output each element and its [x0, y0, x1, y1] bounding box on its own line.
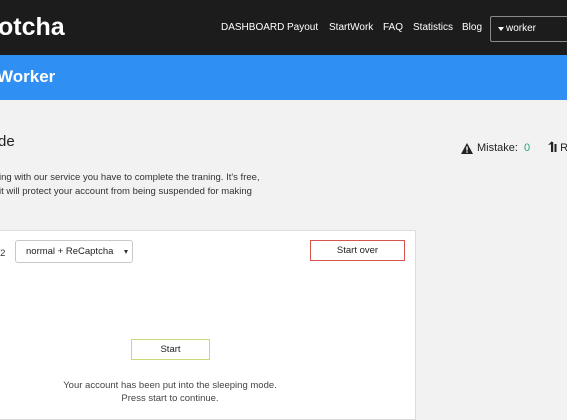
chevron-down-icon [124, 250, 128, 254]
nav-payout[interactable]: Payout [287, 21, 318, 35]
nav-blog[interactable]: Blog [462, 21, 482, 35]
nav-statistics[interactable]: Statistics [413, 21, 453, 35]
caret-down-icon [498, 27, 504, 31]
user-menu-dropdown[interactable]: worker [490, 16, 567, 42]
captcha-type-value: normal + ReCaptcha [26, 246, 114, 257]
page-header: Worker [0, 55, 567, 100]
user-name: worker [506, 23, 537, 34]
brand-logo[interactable]: otcha [0, 13, 65, 41]
start-button[interactable]: Start [131, 339, 210, 360]
intro-line-1: ing with our service you have to complet… [0, 172, 260, 183]
page-title: Worker [0, 67, 56, 86]
section-title: de [0, 133, 15, 150]
warning-triangle-icon [461, 142, 473, 154]
press-start-message: Press start to continue. [121, 393, 219, 404]
sleeping-mode-message: Your account has been put into the sleep… [63, 380, 277, 391]
reward-icon [548, 141, 560, 154]
nav-startwork[interactable]: StartWork [329, 21, 373, 35]
training-intro: ing with our service you have to complet… [0, 171, 260, 199]
nav-dashboard[interactable]: DASHBOARD [221, 21, 284, 35]
start-over-button[interactable]: Start over [310, 240, 405, 261]
captcha-type-select[interactable]: normal + ReCaptcha [15, 240, 133, 263]
level-label: -2 [0, 248, 6, 259]
nav-faq[interactable]: FAQ [383, 21, 403, 35]
reward-label: R [560, 142, 567, 154]
mistake-label: Mistake: [477, 142, 518, 154]
top-navbar: otcha DASHBOARD Payout StartWork FAQ Sta… [0, 0, 567, 55]
intro-line-2: it will protect your account from being … [0, 186, 252, 197]
reward-counter: R [548, 141, 567, 155]
mistake-counter: Mistake: 0 [461, 141, 530, 155]
mistake-value: 0 [523, 142, 531, 154]
